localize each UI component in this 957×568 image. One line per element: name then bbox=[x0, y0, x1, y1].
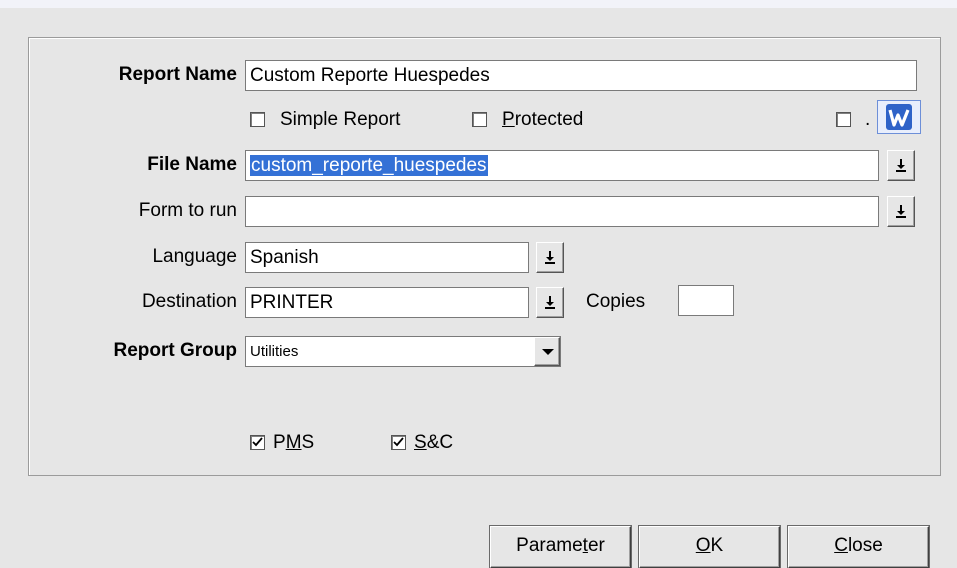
sc-label[interactable]: S&C bbox=[414, 432, 453, 454]
report-name-label: Report Name bbox=[118, 64, 237, 85]
top-strip bbox=[0, 0, 957, 8]
file-name-label: File Name bbox=[147, 154, 237, 175]
pms-label[interactable]: PMS bbox=[273, 432, 314, 454]
copies-input[interactable] bbox=[678, 285, 734, 316]
report-group-dropdown-button[interactable] bbox=[534, 337, 560, 366]
download-arrow-icon bbox=[896, 205, 906, 218]
pms-checkbox[interactable] bbox=[250, 435, 265, 450]
file-name-selected-text: custom_reporte_huespedes bbox=[250, 155, 488, 176]
file-name-input[interactable]: custom_reporte_huespedes bbox=[245, 150, 879, 181]
parameter-button[interactable]: Parameter bbox=[490, 526, 631, 568]
download-arrow-icon bbox=[545, 251, 555, 264]
copies-label: Copies bbox=[586, 291, 646, 312]
form-to-run-dropdown-button[interactable] bbox=[887, 196, 915, 227]
destination-dropdown-button[interactable] bbox=[536, 287, 564, 318]
close-button[interactable]: Close bbox=[788, 526, 929, 568]
checkmark-icon bbox=[252, 437, 263, 447]
protected-checkbox[interactable] bbox=[472, 112, 487, 127]
report-group-select[interactable]: Utilities bbox=[245, 336, 561, 367]
download-arrow-icon bbox=[545, 296, 555, 309]
destination-input[interactable]: PRINTER bbox=[245, 287, 529, 318]
form-to-run-input[interactable] bbox=[245, 196, 879, 227]
extra-checkbox[interactable] bbox=[836, 112, 851, 127]
form-to-run-label: Form to run bbox=[138, 200, 237, 221]
file-name-dropdown-button[interactable] bbox=[887, 150, 915, 181]
simple-report-label[interactable]: Simple Report bbox=[280, 109, 400, 131]
ok-button[interactable]: OK bbox=[639, 526, 780, 568]
language-label: Language bbox=[152, 246, 237, 267]
sc-checkbox[interactable] bbox=[391, 435, 406, 450]
report-group-label: Report Group bbox=[113, 340, 238, 361]
extra-checkbox-dot: . bbox=[865, 109, 871, 130]
destination-label: Destination bbox=[141, 291, 237, 312]
download-arrow-icon bbox=[896, 159, 906, 172]
word-icon[interactable] bbox=[877, 100, 921, 134]
protected-label[interactable]: Protected bbox=[502, 109, 583, 131]
language-dropdown-button[interactable] bbox=[536, 242, 564, 273]
checkmark-icon bbox=[393, 437, 404, 447]
simple-report-checkbox[interactable] bbox=[250, 112, 265, 127]
chevron-down-icon bbox=[542, 349, 554, 355]
report-name-input[interactable]: Custom Reporte Huespedes bbox=[245, 60, 917, 91]
language-input[interactable]: Spanish bbox=[245, 242, 529, 273]
